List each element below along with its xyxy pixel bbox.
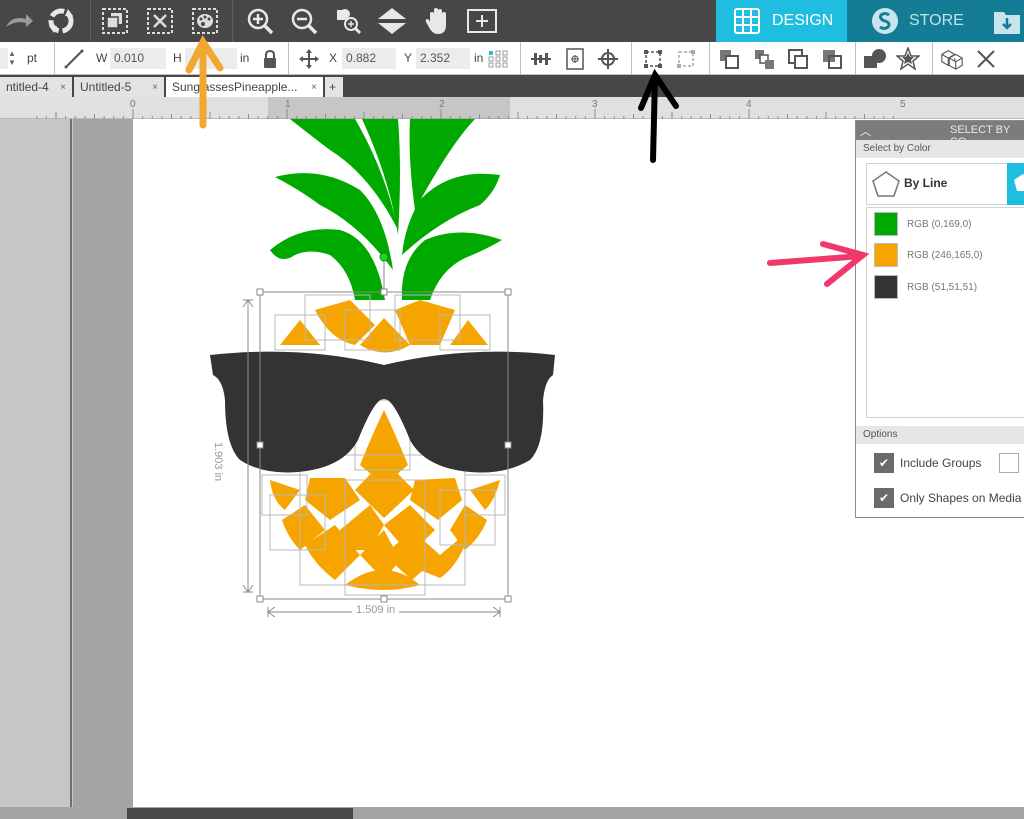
orange-arrow-annotation xyxy=(185,34,224,129)
annotation-layer xyxy=(185,34,870,287)
pink-arrow-annotation xyxy=(767,241,870,287)
black-arrow-annotation xyxy=(638,68,679,163)
